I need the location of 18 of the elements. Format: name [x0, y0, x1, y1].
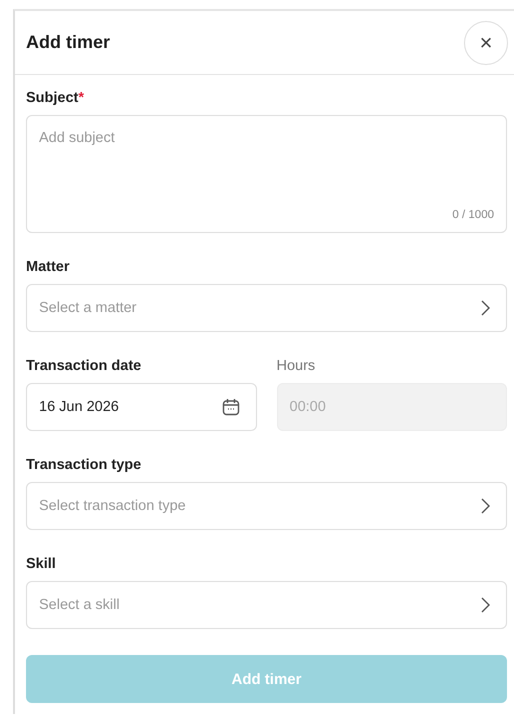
select-field[interactable]: Select a matter — [26, 284, 507, 332]
calendar-icon — [222, 398, 240, 416]
field-label: Transaction type — [26, 457, 142, 473]
select-field[interactable]: Select transaction type — [26, 482, 507, 530]
panel-title: Add timer — [26, 32, 110, 53]
field-label: Subject* — [26, 90, 86, 106]
chevron-icon — [481, 597, 490, 613]
chevron-icon — [481, 498, 490, 514]
field-label: Matter — [26, 259, 71, 275]
field-label: Skill — [26, 556, 57, 572]
character-counter: 0 / 1000 — [452, 209, 494, 221]
subject-field[interactable]: Add subject 0 / 1000 — [26, 115, 507, 233]
field-label: Hours — [276, 358, 316, 374]
select-field[interactable]: Select a skill — [26, 581, 507, 629]
field-label: Transaction date — [26, 358, 142, 374]
chevron-icon — [481, 300, 490, 316]
date-field[interactable]: 16 Jun 2026 — [26, 383, 256, 431]
close-button[interactable]: × — [464, 20, 508, 64]
